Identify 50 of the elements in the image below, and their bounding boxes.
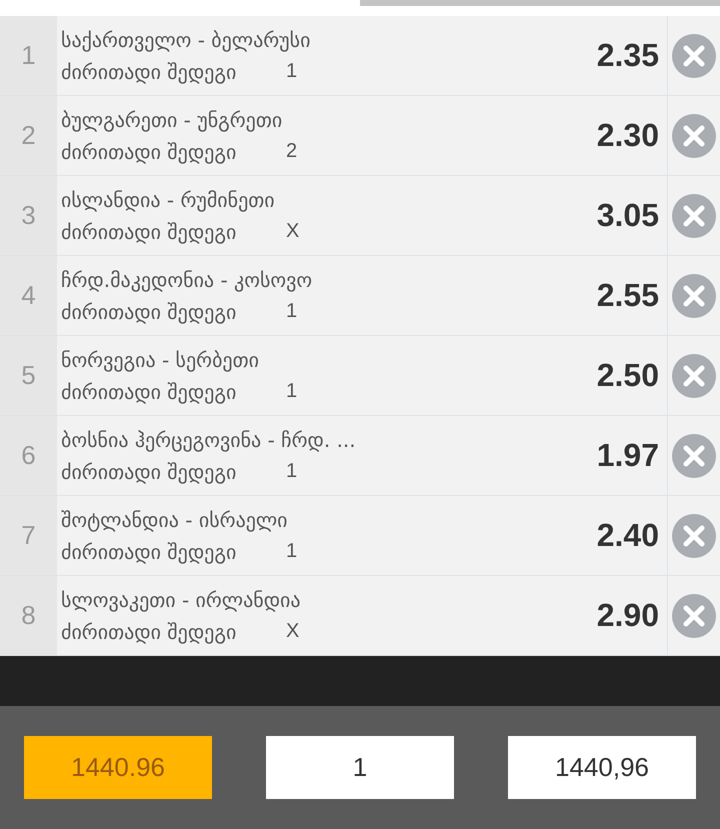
close-icon[interactable] — [672, 434, 716, 478]
match-title: საქართველო - ბელარუსი — [61, 28, 312, 52]
pick-value: 1 — [286, 60, 298, 84]
market-name: ძირითადი შედეგი — [61, 300, 238, 324]
odds-value: 2.40 — [596, 517, 659, 554]
close-icon[interactable] — [672, 514, 716, 558]
match-title: სლოვაკეთი - ირლანდია — [61, 588, 302, 612]
odds-value: 1.97 — [596, 437, 659, 474]
odds-value: 2.30 — [596, 117, 659, 154]
pick-value: X — [286, 220, 300, 244]
pick-value: 1 — [286, 300, 298, 324]
amount-field[interactable]: 1440,96 — [508, 736, 696, 799]
close-icon[interactable] — [672, 354, 716, 398]
match-title: ბულგარეთი - უნგრეთი — [61, 108, 284, 132]
row-number: 7 — [0, 496, 57, 575]
match-title: ისლანდია - რუმინეთი — [61, 188, 276, 212]
pick-value: X — [286, 620, 300, 644]
market-name: ძირითადი შედეგი — [61, 140, 238, 164]
odds-value: 2.90 — [596, 597, 659, 634]
market-name: ძირითადი შედეგი — [61, 620, 238, 644]
pick-value: 2 — [286, 140, 298, 164]
row-number: 5 — [0, 336, 57, 415]
market-name: ძირითადი შედეგი — [61, 540, 238, 564]
row-number: 6 — [0, 416, 57, 495]
close-icon[interactable] — [672, 114, 716, 158]
row-number: 2 — [0, 96, 57, 175]
row-number: 4 — [0, 256, 57, 335]
pick-value: 1 — [286, 540, 298, 564]
market-name: ძირითადი შედეგი — [61, 380, 238, 404]
close-icon[interactable] — [672, 34, 716, 78]
row-number: 8 — [0, 576, 57, 655]
close-icon[interactable] — [672, 274, 716, 318]
match-title: შოტლანდია - ისრაელი — [61, 508, 289, 532]
close-icon[interactable] — [672, 194, 716, 238]
odds-value: 2.35 — [596, 37, 659, 74]
pick-value: 1 — [286, 460, 298, 484]
match-title: ჩრდ.მაკედონია - კოსოვო — [61, 268, 314, 292]
match-title: ნორვეგია - სერბეთი — [61, 348, 260, 372]
row-number: 1 — [0, 16, 57, 95]
row-number: 3 — [0, 176, 57, 255]
market-name: ძირითადი შედეგი — [61, 60, 238, 84]
pick-value: 1 — [286, 380, 298, 404]
odds-value: 2.50 — [596, 357, 659, 394]
odds-value: 2.55 — [596, 277, 659, 314]
close-icon[interactable] — [672, 594, 716, 638]
market-name: ძირითადი შედეგი — [61, 220, 238, 244]
odds-value: 3.05 — [596, 197, 659, 234]
market-name: ძირითადი შედეგი — [61, 460, 238, 484]
amount-field[interactable]: 1 — [266, 736, 454, 799]
match-title: ბოსნია ჰერცეგოვინა - ჩრდ. ... — [61, 428, 357, 452]
